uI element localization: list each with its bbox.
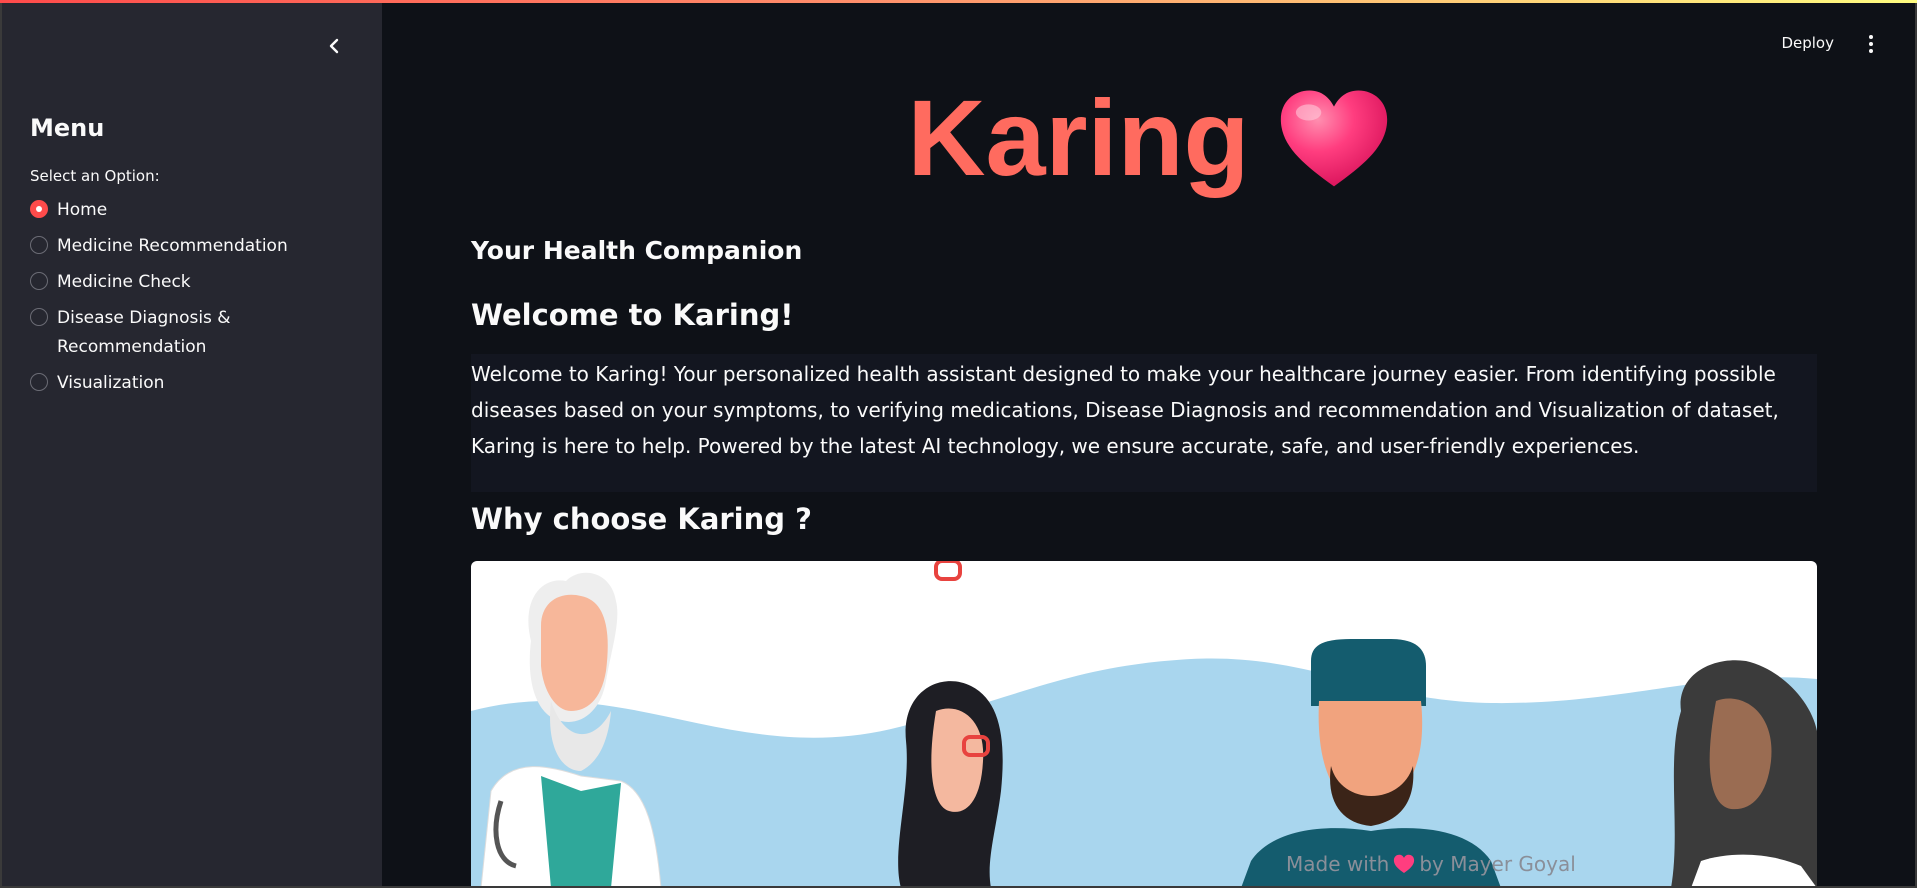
heart-icon [1394, 854, 1415, 874]
radio-option-home[interactable]: Home [30, 196, 350, 225]
deploy-button[interactable]: Deploy [1781, 34, 1834, 52]
sidebar-title: Menu [30, 114, 105, 142]
collapse-sidebar-button[interactable] [320, 32, 348, 60]
footer-credit: Made with by Mayer Goyal [1286, 852, 1576, 876]
radio-button[interactable] [30, 308, 48, 326]
chevron-left-icon [329, 38, 339, 54]
radio-option-visualization[interactable]: Visualization [30, 369, 350, 398]
more-menu-button[interactable] [1865, 32, 1877, 56]
page-subtitle: Your Health Companion [471, 236, 803, 265]
radio-option-label: Visualization [57, 373, 165, 393]
healthcare-team-illustration [471, 561, 1817, 888]
radio-option-label: Medicine Recommendation [57, 236, 288, 256]
footer-prefix: Made with [1286, 852, 1390, 876]
kebab-menu-icon [1869, 35, 1873, 39]
heart-icon [1280, 90, 1387, 187]
sidebar: Menu Select an Option: Home Medicine Rec… [0, 0, 382, 888]
hero-title-text: Karing [907, 77, 1250, 198]
radio-button-selected[interactable] [30, 200, 48, 218]
menu-radio-group: Home Medicine Recommendation Medicine Ch… [30, 196, 350, 405]
welcome-heading: Welcome to Karing! [471, 298, 794, 332]
radio-option-label: Disease Diagnosis & Recommendation [57, 308, 231, 357]
radio-option-label: Medicine Check [57, 272, 191, 292]
radio-option-label: Home [57, 200, 108, 220]
main-content: Deploy Karing Your Health Companion Welc… [382, 0, 1917, 888]
radio-button[interactable] [30, 236, 48, 254]
why-heading: Why choose Karing ? [471, 502, 812, 536]
header-accent-bar [0, 0, 1917, 3]
welcome-text: Welcome to Karing! Your personalized hea… [471, 354, 1817, 492]
radio-option-disease-diagnosis[interactable]: Disease Diagnosis & Recommendation [30, 304, 350, 362]
footer-suffix: by Mayer Goyal [1419, 852, 1576, 876]
radio-button[interactable] [30, 373, 48, 391]
hero-title: Karing [382, 78, 1917, 198]
radio-group-label: Select an Option: [30, 167, 160, 185]
radio-button[interactable] [30, 272, 48, 290]
radio-option-medicine-check[interactable]: Medicine Check [30, 268, 350, 297]
radio-option-medicine-recommendation[interactable]: Medicine Recommendation [30, 232, 350, 261]
